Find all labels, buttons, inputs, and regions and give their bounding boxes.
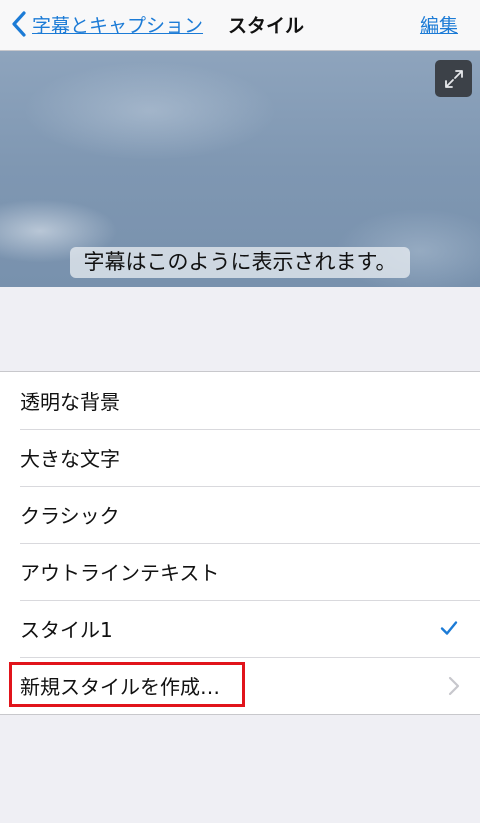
style-row-outline-text[interactable]: アウトラインテキスト (0, 543, 480, 600)
expand-icon (444, 69, 463, 88)
edit-button[interactable]: 編集 (420, 11, 458, 38)
style-list: 透明な背景 大きな文字 クラシック アウトラインテキスト スタイル1 新規スタイ… (0, 371, 480, 715)
style-row-transparent-background[interactable]: 透明な背景 (0, 372, 480, 429)
chevron-left-icon (12, 11, 26, 37)
style-row-large-text[interactable]: 大きな文字 (0, 429, 480, 486)
caption-sample-text: 字幕はこのように表示されます。 (70, 247, 410, 278)
style-label: アウトラインテキスト (20, 561, 220, 585)
style-label: 透明な背景 (20, 390, 120, 414)
style-label: クラシック (20, 504, 120, 528)
style-row-style-1[interactable]: スタイル1 (0, 600, 480, 657)
chevron-right-icon (448, 676, 460, 696)
caption-preview: 字幕はこのように表示されます。 (0, 51, 480, 287)
highlight-box (9, 662, 245, 707)
page-title: スタイル (228, 15, 305, 37)
create-new-style-row[interactable]: 新規スタイルを作成… (0, 657, 480, 714)
back-button-label: 字幕とキャプション (32, 14, 204, 37)
checkmark-icon (440, 621, 458, 635)
style-label: 大きな文字 (20, 447, 120, 471)
expand-button[interactable] (435, 60, 472, 97)
style-label: スタイル1 (20, 618, 113, 642)
navigation-bar: 字幕とキャプション スタイル 編集 (0, 0, 480, 51)
back-button[interactable]: 字幕とキャプション (10, 8, 203, 40)
style-row-classic[interactable]: クラシック (0, 486, 480, 543)
